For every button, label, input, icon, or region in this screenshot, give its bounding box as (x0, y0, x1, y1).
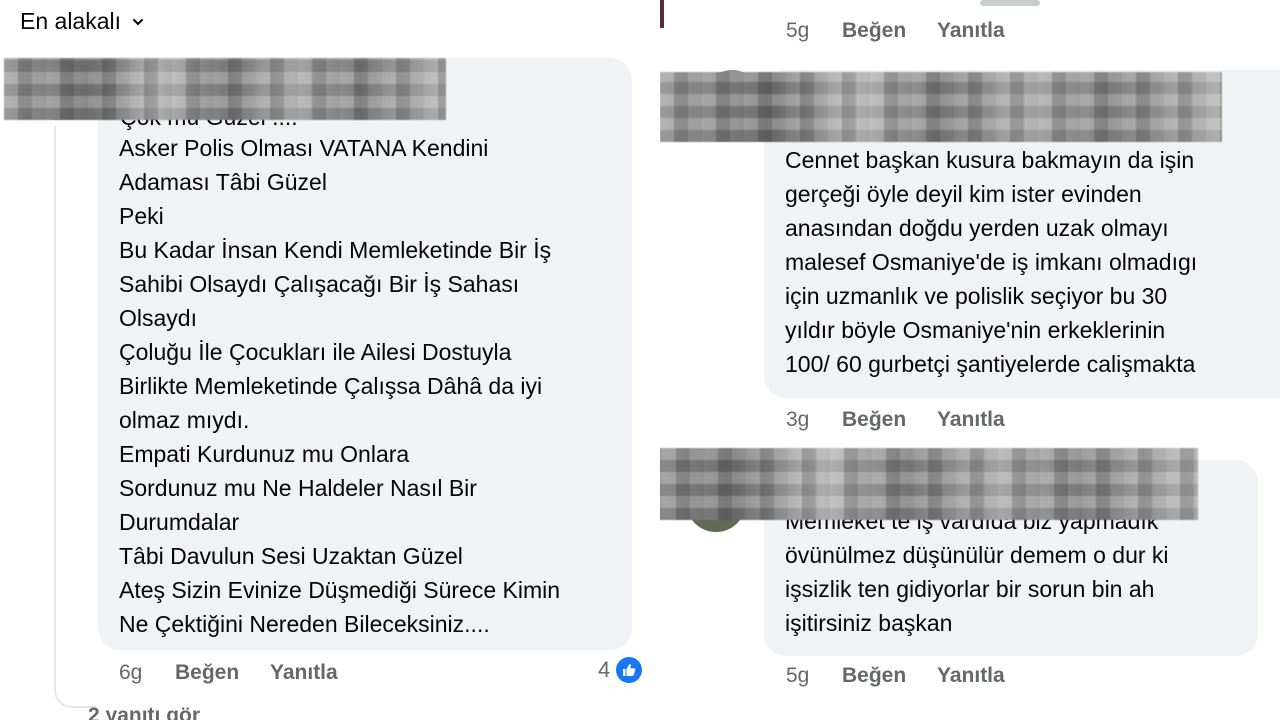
sort-label: En alakalı (20, 8, 122, 34)
like-button[interactable]: Beğen (175, 661, 270, 685)
comment-line: Ne Çektiğini Nereden Bileceksiniz.... (119, 611, 490, 637)
comment-actions: 5g Beğen Yanıtla (786, 664, 1005, 688)
comment-line: işitirsiniz başkan (785, 610, 953, 636)
like-button[interactable]: Beğen (842, 408, 937, 432)
comment-line: Asker Polis Olması VATANA Kendini (119, 135, 489, 161)
comment-time[interactable]: 6g (119, 661, 175, 685)
drag-handle[interactable] (980, 0, 1040, 6)
comment-line: malesef Osmaniye'de iş imkanı olmadıgı (785, 249, 1198, 275)
like-button[interactable]: Beğen (842, 664, 937, 688)
comment-actions: 6g Beğen Yanıtla (119, 661, 338, 685)
right-screenshot-panel: 5g Beğen Yanıtla Cennet başkan kusura ba… (660, 0, 1280, 720)
comment-line: Peki (119, 203, 164, 229)
chevron-down-icon (133, 18, 144, 25)
comment-line: övünülmez düşünülür demem o dur ki (785, 542, 1169, 568)
left-screenshot-panel: En alakalı Asker Polis Olması VATANA Ken… (0, 0, 660, 720)
comment-line: Bu Kadar İnsan Kendi Memleketinde Bir İş (119, 237, 552, 263)
comment-actions: 3g Beğen Yanıtla (786, 408, 1005, 432)
comment-time[interactable]: 5g (786, 664, 842, 688)
comment-time[interactable]: 3g (786, 408, 842, 432)
comment-line: Empati Kurdunuz mu Onlara (119, 441, 410, 467)
like-button[interactable]: Beğen (842, 19, 937, 43)
comment-line: Çoluğu İle Çocukları ile Ailesi Dostuyla (119, 339, 512, 365)
comment-text: Cennet başkan kusura bakmayın da işin ger… (785, 143, 1197, 381)
reply-button[interactable]: Yanıtla (937, 19, 1005, 43)
reply-button[interactable]: Yanıtla (937, 664, 1005, 688)
comment-text: Asker Polis Olması VATANA Kendini Adaması… (119, 131, 560, 641)
comment-line: Cennet başkan kusura bakmayın da işin (785, 147, 1195, 173)
reply-button[interactable]: Yanıtla (937, 408, 1005, 432)
comment-line: gerçeği öyle deyil kim ister evinden (785, 181, 1142, 207)
reply-button[interactable]: Yanıtla (270, 661, 338, 685)
thread-connector-line (54, 126, 96, 708)
view-replies-link[interactable]: 2 yanıtı gör (88, 704, 200, 720)
comment-line: Durumdalar (119, 509, 240, 535)
comment-line: Adaması Tâbi Güzel (119, 169, 327, 195)
comment-line: Sahibi Olsaydı Çalışacağı Bir İş Sahası (119, 271, 520, 297)
comment-line: anasından doğdu yerden uzak olmayı (785, 215, 1169, 241)
comment-line: Sordunuz mu Ne Haldeler Nasıl Bir (119, 475, 477, 501)
comment-line: olmaz mıydı. (119, 407, 250, 433)
comment-line: Birlikte Memleketinde Çalışsa Dâhâ da iy… (119, 373, 543, 399)
reaction-summary[interactable]: 4 (598, 657, 643, 683)
comment-line: 100/ 60 gurbetçi şantiyelerde calişmakta (785, 351, 1196, 377)
panel-divider (660, 0, 664, 28)
comment-line: işsizlik ten gidiyorlar bir sorun bin ah (785, 576, 1155, 602)
blurred-username (660, 72, 1222, 142)
comment-line: Ateş Sizin Evinize Düşmediği Sürece Kimi… (119, 577, 561, 603)
comment-actions: 5g Beğen Yanıtla (786, 19, 1005, 43)
comment-line: Tâbi Davulun Sesi Uzaktan Güzel (119, 543, 463, 569)
sort-dropdown[interactable]: En alakalı (20, 8, 145, 35)
thumbs-up-icon (616, 657, 643, 683)
blurred-username (4, 58, 446, 120)
comment-time[interactable]: 5g (786, 19, 842, 43)
comment-line: Olsaydı (119, 305, 197, 331)
blurred-username (660, 448, 1198, 520)
comment-text: Memleket te iş vardıda biz yapmadık övünü… (785, 504, 1169, 640)
comment-line: için uzmanlık ve polislik seçiyor bu 30 (785, 283, 1168, 309)
reaction-count: 4 (598, 657, 611, 682)
comment-bubble: Asker Polis Olması VATANA Kendini Adaması… (98, 58, 632, 650)
comment-line: yıldır böyle Osmaniye'nin erkeklerinin (785, 317, 1166, 343)
